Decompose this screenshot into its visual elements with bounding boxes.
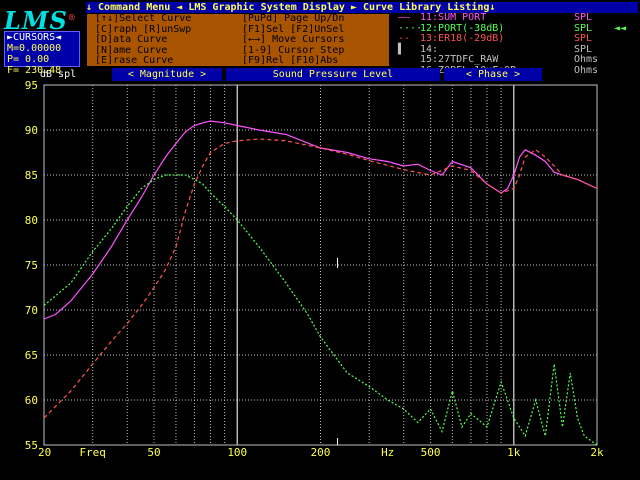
curve-line-style: -- (398, 33, 411, 44)
curve-name: 15:27TDFC_RAW (420, 54, 499, 65)
lms-logo: LMS® (4, 3, 80, 35)
y-tick-labels: 959085807570656055 (25, 79, 38, 452)
x-tick-label: 200 (311, 446, 331, 459)
cursors-panel: ►CURSORS◄ M=0.00000 P= 0.00 F= 230.48 (4, 31, 80, 76)
y-tick-label: 65 (25, 349, 38, 362)
tab-magnitude[interactable]: < Magnitude > (112, 68, 222, 81)
view-nav-bar: dB spl < Magnitude > Sound Pressure Leve… (4, 68, 636, 81)
command-label[interactable]: [E]rase Curve (95, 55, 173, 67)
registered-mark: ® (67, 12, 77, 22)
curve-list-item[interactable]: —— 11:SUM PORT SPL (392, 12, 638, 24)
y-tick-label: 85 (25, 169, 38, 182)
command-label[interactable]: [←→] Move Cursors (242, 34, 344, 46)
selected-curve-arrow-icon: ◄◄ (614, 22, 627, 34)
curve-library-list: —— 11:SUM PORT SPL ···· 12:PORT(-38dB) SPL ◄◄ -… (392, 12, 638, 75)
curve-unit: Ohms (574, 54, 599, 65)
y-tick-label: 60 (25, 394, 38, 407)
x-tick-label: Hz (381, 446, 394, 459)
curve-list-item[interactable]: 15:27TDFC_RAW Ohms (392, 54, 638, 66)
command-row: [↑↓]Select Curve [PuPd] Page Up/Dn (87, 13, 389, 25)
y-axis-label: dB spl (40, 69, 77, 80)
y-tick-label: 70 (25, 304, 38, 317)
y-tick-label: 75 (25, 259, 38, 272)
command-label[interactable]: [D]ata Curve (95, 34, 167, 46)
x-tick-label: 500 (421, 446, 441, 459)
sound-pressure-level-title: Sound Pressure Level (226, 68, 440, 81)
command-label[interactable]: [PuPd] Page Up/Dn (242, 13, 344, 25)
x-tick-label: 100 (227, 446, 247, 459)
cursor-m-value: M=0.00000 (7, 43, 62, 54)
curve-list-item[interactable]: -- 13:ER18(-29dB) SPL (392, 33, 638, 45)
command-label[interactable]: [↑↓]Select Curve (95, 13, 191, 25)
cursor-p-value: P= 0.00 (7, 54, 50, 65)
x-tick-label: 20 (38, 446, 51, 459)
curve-name: 13:ER18(-29dB) (420, 33, 505, 44)
command-label[interactable]: [F9]Rel [F10]Abs (242, 55, 338, 67)
curve-unit: SPL (574, 12, 593, 23)
x-tick-label: Freq (79, 446, 106, 459)
chart-grid (43, 84, 598, 446)
x-tick-label: 1k (507, 446, 521, 459)
tab-phase[interactable]: < Phase > (444, 68, 542, 81)
y-tick-label: 80 (25, 214, 38, 227)
menu-bar[interactable]: ↓ Command Menu ◄ LMS Graphic System Disp… (86, 2, 638, 13)
command-menu: [↑↓]Select Curve [PuPd] Page Up/Dn [C]raph… (86, 13, 390, 76)
command-row: [D]ata Curve [←→] Move Cursors (87, 34, 389, 46)
curve-unit: SPL (574, 33, 593, 44)
cursors-title: ►CURSORS◄ (7, 32, 62, 43)
x-tick-label: 2k (590, 446, 604, 459)
curve-line-style: ▌ (398, 43, 405, 55)
y-tick-label: 90 (25, 124, 38, 137)
curve-line-style: —— (398, 12, 411, 23)
x-tick-label: 50 (147, 446, 160, 459)
curve-name: 11:SUM PORT (420, 12, 487, 23)
y-tick-label: 55 (25, 439, 38, 452)
command-row: [E]rase Curve [F9]Rel [F10]Abs (87, 55, 389, 67)
